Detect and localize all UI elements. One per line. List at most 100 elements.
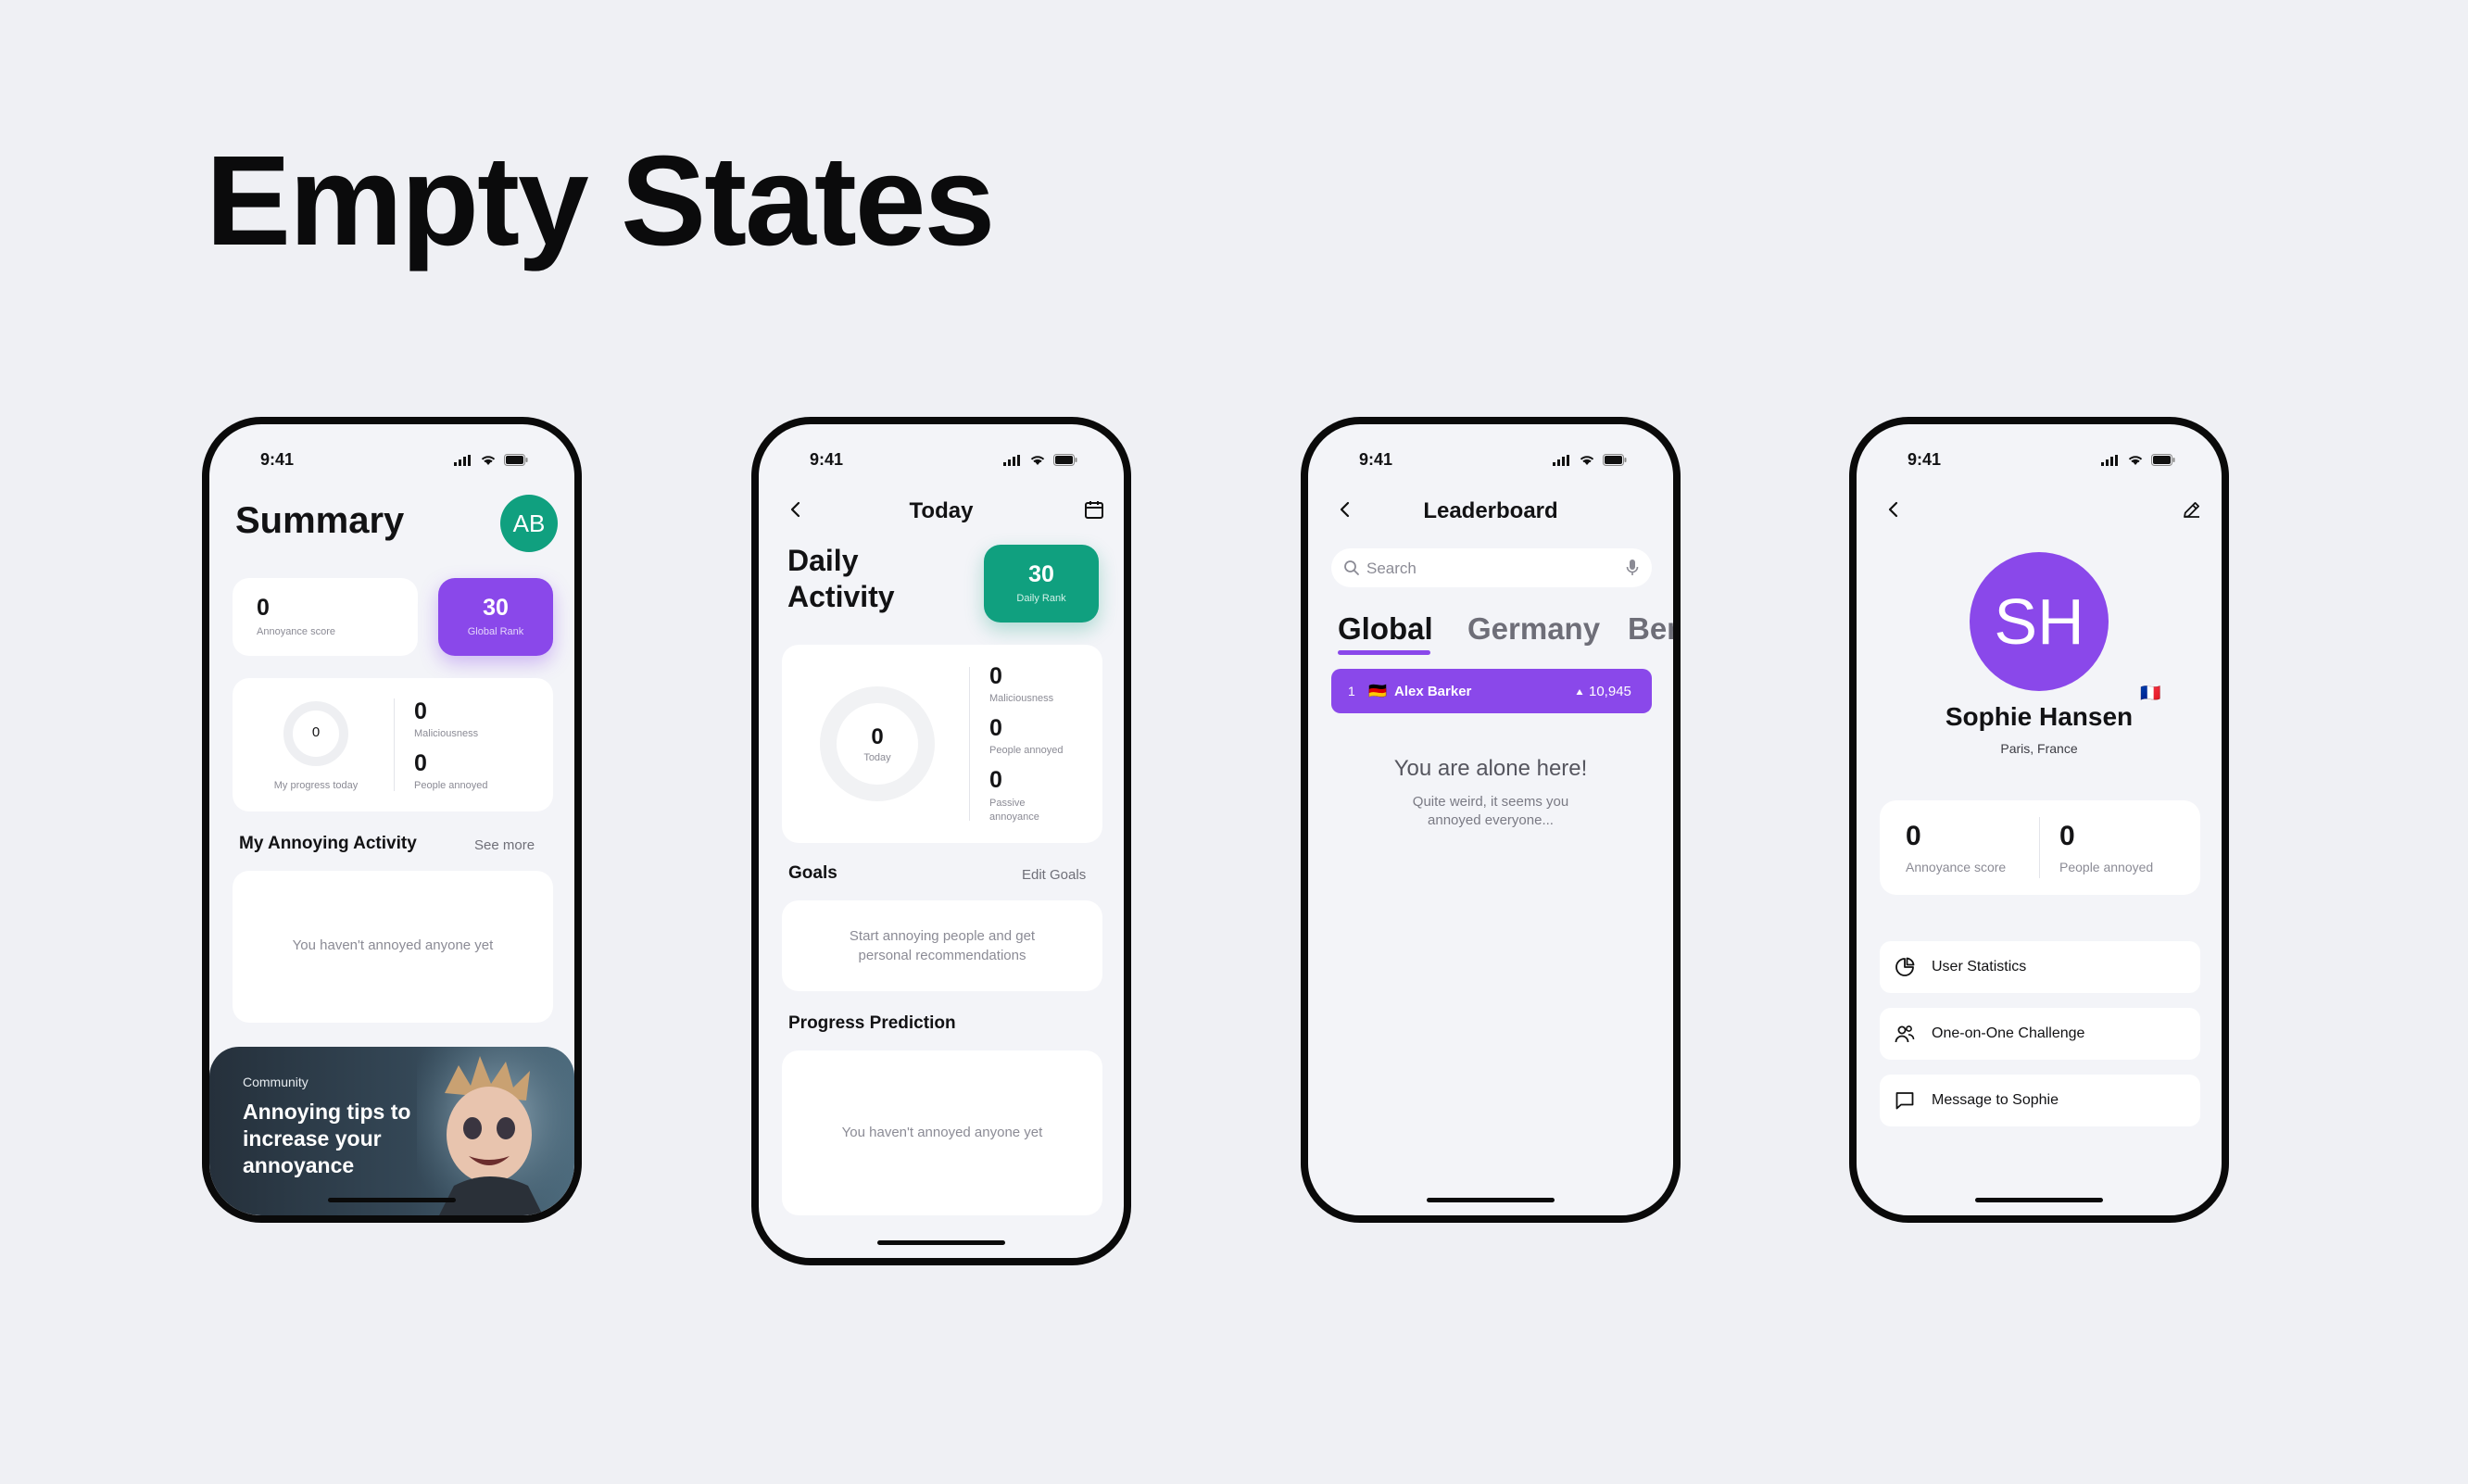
- maliciousness-label: Maliciousness: [989, 693, 1054, 704]
- prediction-empty-card: You haven't annoyed anyone yet: [782, 1050, 1102, 1215]
- passive-annoyance-label: Passive annoyance: [989, 798, 1039, 823]
- status-icons: [2101, 454, 2175, 466]
- people-annoyed-value: 0: [989, 715, 1002, 741]
- people-annoyed-label: People annoyed: [2059, 860, 2154, 874]
- row-score: 10,945: [1589, 684, 1631, 699]
- today-ring-value: 0: [871, 724, 884, 749]
- signal-icon: [2101, 454, 2118, 466]
- row-name: Alex Barker: [1394, 684, 1472, 699]
- rank-up-icon: [1576, 689, 1583, 695]
- search-field[interactable]: Search: [1331, 548, 1652, 587]
- status-bar: 9:41: [1308, 450, 1673, 474]
- people-annoyed-value: 0: [2059, 821, 2075, 851]
- challenge-button[interactable]: One-on-One Challenge: [1880, 1008, 2200, 1060]
- see-more-link[interactable]: See more: [474, 837, 535, 853]
- status-bar: 9:41: [1857, 450, 2222, 474]
- edit-pencil-icon[interactable]: [2181, 498, 2203, 521]
- annoyance-score-card[interactable]: 0 Annoyance score: [233, 578, 418, 656]
- microphone-icon[interactable]: [1626, 559, 1639, 577]
- leaderboard-row[interactable]: 1 🇩🇪 Alex Barker 10,945: [1331, 669, 1652, 713]
- people-annoyed-label: People annoyed: [989, 745, 1064, 756]
- people-annoyed-value: 0: [414, 750, 427, 776]
- action-label: One-on-One Challenge: [1932, 1025, 2085, 1041]
- avatar[interactable]: AB: [500, 495, 558, 552]
- battery-icon: [504, 454, 528, 466]
- community-label: Community: [243, 1075, 308, 1089]
- search-icon: [1344, 560, 1359, 575]
- signal-icon: [454, 454, 471, 466]
- divider: [2039, 817, 2040, 878]
- divider: [969, 667, 970, 821]
- status-icons: [454, 454, 528, 466]
- profile-stats-card: 0 Annoyance score 0 People annoyed: [1880, 800, 2200, 895]
- status-time: 9:41: [260, 450, 295, 469]
- global-rank-value: 30: [483, 595, 509, 621]
- action-label: Message to Sophie: [1932, 1092, 2059, 1108]
- annoyance-score-label: Annoyance score: [257, 626, 335, 637]
- global-rank-card[interactable]: 30 Global Rank: [438, 578, 553, 656]
- screen-title: Leaderboard: [1423, 498, 1558, 523]
- profile-location: Paris, France: [2000, 741, 2078, 756]
- status-icons: [1553, 454, 1627, 466]
- wifi-icon: [1030, 456, 1045, 465]
- daily-activity-heading: Daily Activity: [787, 544, 895, 613]
- daily-rank-value: 30: [1028, 561, 1054, 587]
- signal-icon: [1553, 454, 1569, 466]
- user-statistics-button[interactable]: User Statistics: [1880, 941, 2200, 993]
- activity-empty-card: You haven't annoyed anyone yet: [233, 871, 553, 1023]
- prediction-empty-text: You haven't annoyed anyone yet: [841, 1125, 1043, 1140]
- page-heading: Empty States: [206, 130, 995, 272]
- edit-goals-link[interactable]: Edit Goals: [1022, 867, 1086, 883]
- phone-summary: 9:41 Summary AB 0 Annoyance score 30 Glo…: [202, 417, 582, 1223]
- status-time: 9:41: [810, 450, 844, 469]
- daily-rank-card[interactable]: 30 Daily Rank: [984, 545, 1099, 623]
- status-time: 9:41: [1908, 450, 1942, 469]
- users-icon: [1895, 1025, 1915, 1043]
- progress-card: 0 My progress today 0 Maliciousness 0 Pe…: [233, 678, 553, 811]
- profile-initials: SH: [1994, 585, 2084, 658]
- annoyance-score-value: 0: [1906, 821, 1921, 851]
- tab-berlin[interactable]: Ber: [1628, 611, 1673, 647]
- maliciousness-value: 0: [989, 663, 1002, 689]
- phone-profile: 9:41 SH Sophie Hansen 🇫🇷 Paris, France 0…: [1849, 417, 2229, 1223]
- divider: [394, 698, 395, 791]
- maliciousness-label: Maliciousness: [414, 728, 479, 739]
- empty-subtitle: Quite weird, it seems you annoyed everyo…: [1412, 794, 1569, 828]
- calendar-icon[interactable]: [1083, 498, 1105, 521]
- home-indicator: [328, 1198, 456, 1202]
- profile-name: Sophie Hansen: [1945, 702, 2134, 731]
- child-photo: [417, 1047, 574, 1215]
- progress-prediction-title: Progress Prediction: [788, 1013, 956, 1033]
- back-chevron-icon[interactable]: [1882, 498, 1905, 521]
- search-placeholder: Search: [1366, 560, 1417, 577]
- wifi-icon: [1580, 456, 1594, 465]
- message-button[interactable]: Message to Sophie: [1880, 1075, 2200, 1126]
- status-time: 9:41: [1359, 450, 1393, 469]
- phone-leaderboard: 9:41 Leaderboard Search Global Germany B…: [1301, 417, 1681, 1223]
- annoyance-score-value: 0: [257, 595, 270, 621]
- profile-avatar: SH: [1970, 552, 2109, 691]
- country-flag: 🇫🇷: [2140, 684, 2161, 702]
- tab-germany[interactable]: Germany: [1467, 611, 1600, 647]
- annoyance-score-label: Annoyance score: [1906, 860, 2007, 874]
- home-indicator: [1427, 1198, 1555, 1202]
- wifi-icon: [481, 456, 496, 465]
- progress-ring-label: My progress today: [273, 780, 359, 791]
- battery-icon: [1053, 454, 1077, 466]
- community-card[interactable]: Community Annoying tips to increase your…: [209, 1047, 574, 1215]
- progress-ring-value: 0: [311, 724, 321, 740]
- pie-chart-icon: [1895, 957, 1915, 976]
- goals-empty-card: Start annoying people and get personal r…: [782, 900, 1102, 991]
- activity-empty-text: You haven't annoyed anyone yet: [292, 937, 494, 953]
- phone-today: 9:41 Today Daily Activity 30 Daily Rank …: [751, 417, 1131, 1265]
- people-annoyed-label: People annoyed: [414, 780, 488, 791]
- status-bar: 9:41: [209, 450, 574, 474]
- battery-icon: [2151, 454, 2175, 466]
- daily-rank-label: Daily Rank: [1016, 593, 1066, 604]
- row-rank: 1: [1348, 684, 1355, 698]
- signal-icon: [1003, 454, 1020, 466]
- tab-underline: [1338, 650, 1430, 655]
- today-ring-label: Today: [863, 752, 891, 763]
- tab-global[interactable]: Global: [1338, 611, 1433, 647]
- global-rank-label: Global Rank: [467, 626, 524, 637]
